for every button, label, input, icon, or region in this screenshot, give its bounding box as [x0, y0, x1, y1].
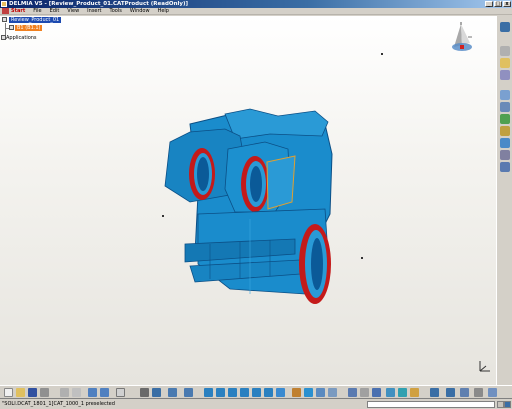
views-icon[interactable] [292, 388, 301, 397]
tool-icon[interactable] [348, 388, 357, 397]
render-style-icon[interactable] [304, 388, 313, 397]
tool-icon[interactable] [474, 388, 483, 397]
zoom-in-icon[interactable] [252, 388, 261, 397]
tool-icon[interactable] [386, 388, 395, 397]
zoom-out-icon[interactable] [264, 388, 273, 397]
status-icon[interactable] [504, 401, 511, 408]
open-icon[interactable] [16, 388, 25, 397]
cut-icon[interactable] [60, 388, 69, 397]
tree-node-child[interactable]: B1 (B1.1) [15, 25, 43, 31]
tool-icon[interactable] [488, 388, 497, 397]
tree-node-applications[interactable]: Applications [6, 35, 37, 41]
menu-insert[interactable]: Insert [87, 8, 101, 14]
menu-help[interactable]: Help [158, 8, 169, 14]
tool-icon[interactable] [372, 388, 381, 397]
hide-show-icon[interactable] [316, 388, 325, 397]
menu-start[interactable]: Start [11, 8, 25, 14]
tool-icon[interactable] [500, 114, 510, 124]
maximize-button[interactable]: □ [494, 1, 502, 7]
normal-view-icon[interactable] [276, 388, 285, 397]
fit-all-icon[interactable] [216, 388, 225, 397]
swap-space-icon[interactable] [328, 388, 337, 397]
menu-bar: Start File Edit View Insert Tools Window… [0, 8, 512, 15]
window-controls: _ □ x [485, 1, 511, 7]
tool-icon[interactable] [500, 162, 510, 172]
tool-icon[interactable] [500, 126, 510, 136]
tree-connector [5, 23, 6, 35]
tool-icon[interactable] [152, 388, 161, 397]
3d-viewport[interactable]: Review_Product_01 B1 (B1.1) Applications [0, 16, 496, 385]
window-title-bar: DELMIA V5 - [Review_Product_01.CATProduc… [0, 0, 512, 8]
bottom-toolbar [0, 385, 512, 398]
tool-icon[interactable] [410, 388, 419, 397]
copy-icon[interactable] [72, 388, 81, 397]
tool-icon[interactable] [500, 138, 510, 148]
tool-icon[interactable] [184, 388, 193, 397]
right-toolbar [496, 16, 512, 385]
tool-icon[interactable] [398, 388, 407, 397]
tool-icon[interactable] [460, 388, 469, 397]
fly-icon[interactable] [204, 388, 213, 397]
3d-part-model[interactable] [150, 94, 370, 304]
power-input-field[interactable] [367, 401, 495, 408]
workbench-icon[interactable] [500, 22, 510, 32]
tree-node-root[interactable]: Review_Product_01 [9, 17, 62, 23]
tool-icon[interactable] [500, 90, 510, 100]
status-bar: "SOLI.DCAT_1801_1[CAT_1000_1 preselected [0, 398, 512, 409]
close-button[interactable]: x [503, 1, 511, 7]
app-icon [1, 1, 7, 7]
menu-file[interactable]: File [33, 8, 41, 14]
undo-icon[interactable] [88, 388, 97, 397]
pan-icon[interactable] [228, 388, 237, 397]
document-icon[interactable] [2, 8, 9, 14]
print-icon[interactable] [40, 388, 49, 397]
tool-icon[interactable] [500, 46, 510, 56]
rotate-icon[interactable] [240, 388, 249, 397]
menu-edit[interactable]: Edit [50, 8, 60, 14]
save-icon[interactable] [28, 388, 37, 397]
tool-icon[interactable] [430, 388, 439, 397]
point-marker [381, 53, 383, 55]
tool-icon[interactable] [500, 150, 510, 160]
whatsthis-icon[interactable] [116, 388, 125, 397]
menu-tools[interactable]: Tools [110, 8, 122, 14]
window-title: DELMIA V5 - [Review_Product_01.CATProduc… [9, 1, 188, 7]
power-input-button[interactable] [497, 401, 504, 408]
product-icon [2, 17, 7, 22]
point-marker [162, 215, 164, 217]
compass-icon[interactable] [448, 21, 478, 61]
menu-window[interactable]: Window [130, 8, 150, 14]
minimize-button[interactable]: _ [485, 1, 493, 7]
tool-icon[interactable] [446, 388, 455, 397]
tool-icon[interactable] [360, 388, 369, 397]
new-icon[interactable] [4, 388, 13, 397]
tool-icon[interactable] [500, 58, 510, 68]
tool-icon[interactable] [168, 388, 177, 397]
menu-view[interactable]: View [67, 8, 79, 14]
measure-icon[interactable] [140, 388, 149, 397]
axis-triad-icon [479, 361, 490, 372]
tool-icon[interactable] [500, 70, 510, 80]
redo-icon[interactable] [100, 388, 109, 397]
point-marker [361, 257, 363, 259]
status-message: "SOLI.DCAT_1801_1[CAT_1000_1 preselected [2, 401, 115, 407]
part-icon [9, 25, 14, 30]
tool-icon[interactable] [500, 102, 510, 112]
